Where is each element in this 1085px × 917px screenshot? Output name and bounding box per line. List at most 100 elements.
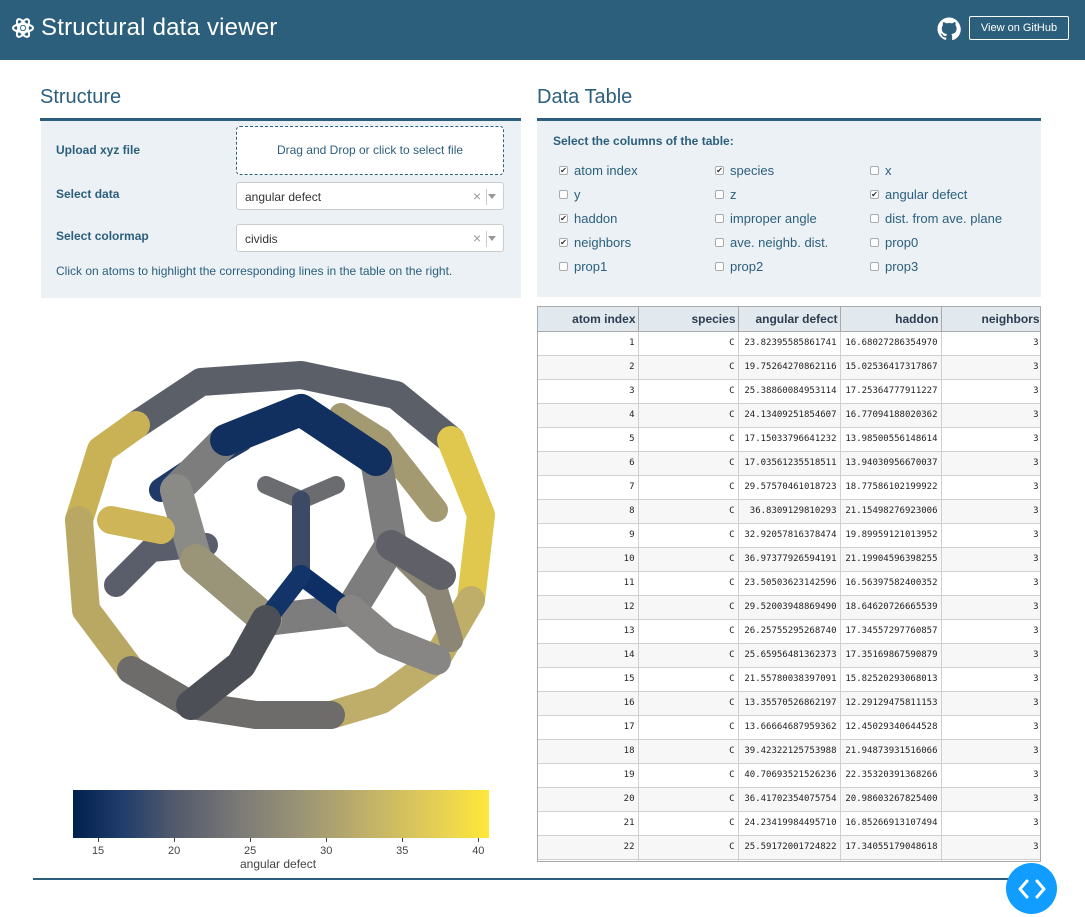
table-cell: C (638, 763, 739, 788)
checkbox-unchecked-icon[interactable] (870, 214, 879, 223)
table-cell: 21.15498276923006 (840, 499, 942, 524)
table-cell: 29.57570461018723 (738, 475, 841, 500)
checkbox-checked-icon[interactable]: ✔ (715, 166, 724, 175)
table-header-cell[interactable]: haddon (840, 307, 942, 332)
table-row[interactable]: 20 C 36.41702354075754 20.98603267825400 3 (538, 787, 1040, 812)
table-cell: 16 (538, 691, 639, 716)
upload-dropzone[interactable]: Drag and Drop or click to select file (236, 126, 504, 175)
column-checkbox[interactable]: ✔ atom index (559, 163, 638, 178)
table-row[interactable]: 23C (538, 859, 1040, 861)
table-cell: 3 (941, 643, 1040, 668)
table-row[interactable]: 3 C 25.38860084953114 17.25364777911227 3 (538, 379, 1040, 404)
table-cell: 12.45029340644528 (840, 715, 942, 740)
github-icon[interactable] (937, 17, 961, 41)
select-data-dropdown[interactable]: angular defect × (236, 182, 504, 210)
table-cell: 25.38860084953114 (738, 379, 841, 404)
column-checkbox[interactable]: prop2 (715, 259, 763, 274)
colorbar-tick-label: 20 (167, 845, 181, 857)
table-cell: 3 (941, 691, 1040, 716)
table-row[interactable]: 15 C 21.55780038397091 15.82520293068013 3 (538, 667, 1040, 692)
table-row[interactable]: 22 C 25.59172001724822 17.34055179048618 3 (538, 835, 1040, 860)
table-cell: 3 (941, 379, 1040, 404)
column-checkbox[interactable]: ✔ angular defect (870, 187, 967, 202)
table-header-cell[interactable]: species (638, 307, 739, 332)
column-checkbox[interactable]: prop1 (559, 259, 607, 274)
checkbox-unchecked-icon[interactable] (870, 166, 879, 175)
checkbox-unchecked-icon[interactable] (715, 262, 724, 271)
data-table[interactable]: atom index species angular defect haddon nei… (537, 306, 1041, 862)
checkbox-checked-icon[interactable]: ✔ (559, 166, 568, 175)
table-row[interactable]: 7 C 29.57570461018723 18.77586102199922 3 (538, 475, 1040, 500)
column-checkbox[interactable]: dist. from ave. plane (870, 211, 1002, 226)
code-toggle-button[interactable] (1006, 863, 1057, 914)
table-row[interactable]: 9 C 32.92057816378474 19.89959121013952 3 (538, 523, 1040, 548)
checkbox-unchecked-icon[interactable] (715, 214, 724, 223)
column-checkbox[interactable]: ✔ species (715, 163, 774, 178)
chevron-down-icon[interactable] (488, 194, 496, 199)
checkbox-unchecked-icon[interactable] (559, 190, 568, 199)
table-row[interactable]: 21 C 24.23419984495710 16.85266913107494 3 (538, 811, 1040, 836)
clear-icon[interactable]: × (473, 230, 481, 246)
table-cell: C (638, 523, 739, 548)
table-row[interactable]: 10 C 36.97377926594191 21.19904596398255 3 (538, 547, 1040, 572)
table-cell: 3 (941, 355, 1040, 380)
table-cell: C (638, 355, 739, 380)
checkbox-unchecked-icon[interactable] (559, 262, 568, 271)
checkbox-unchecked-icon[interactable] (715, 190, 724, 199)
checkbox-checked-icon[interactable]: ✔ (870, 190, 879, 199)
table-row[interactable]: 19 C 40.70693521526236 22.35320391368266 3 (538, 763, 1040, 788)
table-cell: 26.25755295268740 (738, 619, 841, 644)
column-checkbox[interactable]: prop0 (870, 235, 918, 250)
table-cell: 29.52003948869490 (738, 595, 841, 620)
checkbox-unchecked-icon[interactable] (715, 238, 724, 247)
upload-label: Upload xyz file (56, 143, 141, 157)
table-row[interactable]: 16 C 13.35570526862197 12.29129475811153 3 (538, 691, 1040, 716)
table-row[interactable]: 17 C 13.66664687959362 12.45029340644528 3 (538, 715, 1040, 740)
table-row[interactable]: 11 C 23.50503623142596 16.56397582400352 3 (538, 571, 1040, 596)
column-checkbox[interactable]: improper angle (715, 211, 817, 226)
table-header-cell[interactable]: neighbors (941, 307, 1040, 332)
table-cell: 13.66664687959362 (738, 715, 841, 740)
table-cell: 4 (538, 403, 639, 428)
column-checkbox[interactable]: ✔ neighbors (559, 235, 631, 250)
select-divider (486, 231, 487, 247)
clear-icon[interactable]: × (473, 188, 481, 204)
table-cell: 25.65956481362373 (738, 643, 841, 668)
table-header-cell[interactable]: angular defect (738, 307, 841, 332)
table-row[interactable]: 2 C 19.75264270862116 15.02536417317867 3 (538, 355, 1040, 380)
table-row[interactable]: 4 C 24.13409251854607 16.77094188020362 3 (538, 403, 1040, 428)
colorbar-tickmark (250, 838, 252, 842)
table-row[interactable]: 1 C 23.82395585861741 16.68027286354970 3 (538, 331, 1040, 356)
table-row[interactable]: 6 C 17.03561235518511 13.94030956670037 3 (538, 451, 1040, 476)
column-checkbox[interactable]: z (715, 187, 737, 202)
select-colormap-dropdown[interactable]: cividis × (236, 224, 504, 252)
column-checkbox[interactable]: y (559, 187, 581, 202)
table-cell: 12 (538, 595, 639, 620)
table-cell: 3 (941, 763, 1040, 788)
table-cell: 6 (538, 451, 639, 476)
column-checkbox[interactable]: ✔ haddon (559, 211, 617, 226)
table-cell: 3 (941, 403, 1040, 428)
table-cell: 19 (538, 763, 639, 788)
table-cell: 3 (941, 667, 1040, 692)
view-on-github-button[interactable]: View on GitHub (969, 16, 1069, 40)
table-row[interactable]: 18 C 39.42322125753988 21.94873931516066 3 (538, 739, 1040, 764)
checkbox-unchecked-icon[interactable] (870, 262, 879, 271)
table-cell: 15.02536417317867 (840, 355, 942, 380)
checkbox-checked-icon[interactable]: ✔ (559, 214, 568, 223)
table-row[interactable]: 14 C 25.65956481362373 17.35169867590879 3 (538, 643, 1040, 668)
column-checkbox[interactable]: x (870, 163, 892, 178)
checkbox-checked-icon[interactable]: ✔ (559, 238, 568, 247)
table-row[interactable]: 5 C 17.15033796641232 13.98500556148614 3 (538, 427, 1040, 452)
column-checkbox[interactable]: ave. neighb. dist. (715, 235, 828, 250)
table-cell (941, 859, 1040, 861)
chevron-down-icon[interactable] (488, 236, 496, 241)
column-checkbox[interactable]: prop3 (870, 259, 918, 274)
table-row[interactable]: 12 C 29.52003948869490 18.64620726665539 3 (538, 595, 1040, 620)
table-header-cell[interactable]: atom index (538, 307, 639, 332)
checkbox-unchecked-icon[interactable] (870, 238, 879, 247)
column-checkbox-label: y (574, 187, 581, 202)
molecule-3d-viewer[interactable] (41, 320, 521, 780)
table-row[interactable]: 8 C 36.8309129810293 21.15498276923006 3 (538, 499, 1040, 524)
table-row[interactable]: 13 C 26.25755295268740 17.34557297760857 3 (538, 619, 1040, 644)
